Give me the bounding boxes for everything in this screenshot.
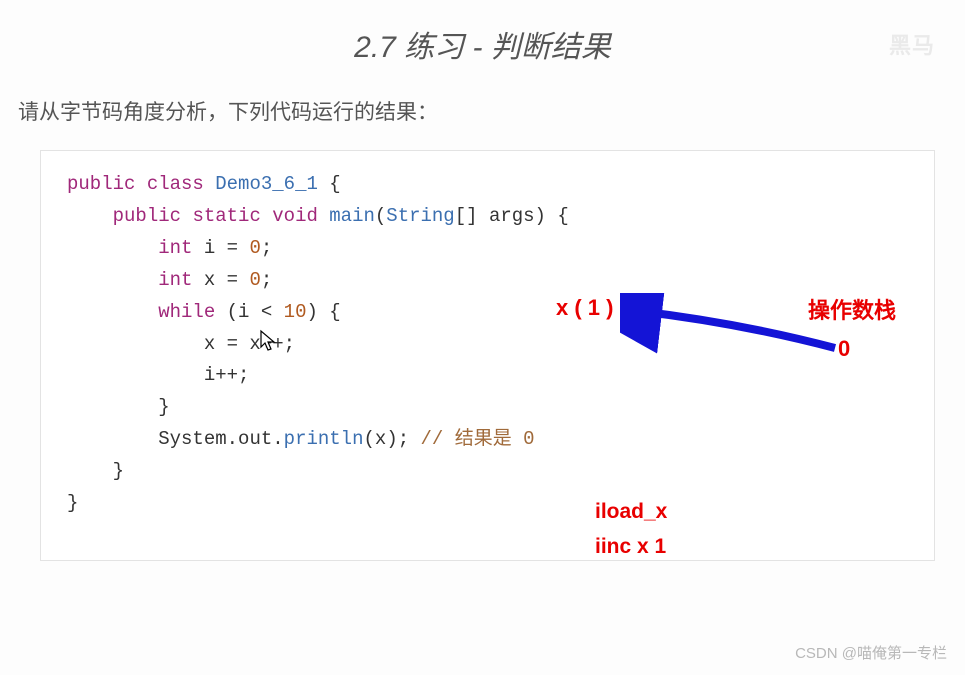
annot-iload: iload_x: [595, 500, 667, 524]
kw-void: void: [272, 205, 318, 227]
comment: // 结果是 0: [421, 428, 535, 450]
watermark: CSDN @喵俺第一专栏: [795, 642, 947, 663]
kw-public-2: public: [113, 205, 181, 227]
sys: System.: [158, 428, 238, 450]
code-block: public class Demo3_6_1 { public static v…: [67, 169, 908, 520]
kw-while: while: [158, 301, 215, 323]
assign-line: x = x++;: [204, 333, 295, 355]
fn-main: main: [329, 205, 375, 227]
page-title: 2.7 练习 - 判断结果: [0, 0, 965, 66]
inc-line: i++;: [204, 364, 250, 386]
lit-0-1: 0: [249, 237, 260, 259]
corner-watermark: 黑马: [889, 28, 935, 60]
code-container: public class Demo3_6_1 { public static v…: [40, 150, 935, 561]
var-x: x: [204, 269, 215, 291]
annot-opstack: 操作数栈: [808, 293, 896, 325]
kw-public: public: [67, 173, 135, 195]
type-int-2: int: [158, 269, 192, 291]
annot-zero: 0: [838, 336, 850, 362]
class-name: Demo3_6_1: [215, 173, 318, 195]
out: out: [238, 428, 272, 450]
type-string: String: [386, 205, 454, 227]
lit-0-2: 0: [249, 269, 260, 291]
lit-10: 10: [284, 301, 307, 323]
kw-static: static: [192, 205, 260, 227]
param-args: args: [489, 205, 535, 227]
kw-class: class: [147, 173, 204, 195]
annot-iinc: iinc x 1: [595, 535, 666, 559]
var-i: i: [204, 237, 215, 259]
annot-x1: x ( 1 ): [556, 295, 613, 321]
prompt-text: 请从字节码角度分析，下列代码运行的结果：: [0, 66, 965, 126]
type-int-1: int: [158, 237, 192, 259]
println: println: [284, 428, 364, 450]
